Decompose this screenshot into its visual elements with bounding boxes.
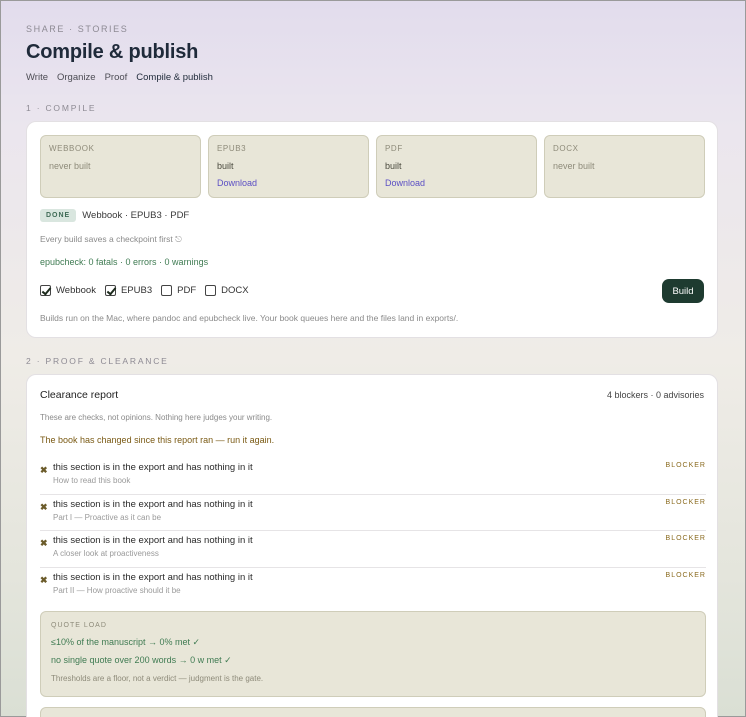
docx-checkbox[interactable] xyxy=(205,285,217,296)
format-status: never built xyxy=(553,161,595,171)
pdf-checkbox[interactable] xyxy=(161,285,173,296)
option-pdf[interactable]: PDF xyxy=(161,285,196,296)
report-title: Clearance report xyxy=(40,389,119,401)
compile-card: WEBBOOK never built EPUB3 built Download… xyxy=(26,121,718,338)
format-status: never built xyxy=(49,161,91,171)
epubcheck-result: epubcheck: 0 fatals · 0 errors · 0 warni… xyxy=(40,257,209,267)
issue-text: this section is in the export and has no… xyxy=(53,498,253,510)
issue-text: this section is in the export and has no… xyxy=(53,535,253,546)
format-status: built xyxy=(217,161,234,171)
option-label: EPUB3 xyxy=(120,285,153,296)
issue-row[interactable]: ✖ this section is in the export and has … xyxy=(40,531,706,568)
format-name: EPUB3 xyxy=(217,144,247,153)
report-subtitle: These are checks, not opinions. Nothing … xyxy=(40,413,273,422)
build-button[interactable]: Build xyxy=(662,279,704,303)
breadcrumb-kicker: SHARE · STORIES xyxy=(26,24,129,34)
nav-proof[interactable]: Proof xyxy=(105,72,128,83)
download-pdf-link[interactable]: Download xyxy=(385,178,528,188)
epub3-checkbox[interactable] xyxy=(104,285,116,296)
section-label-proof: 2 · PROOF & CLEARANCE xyxy=(26,356,169,366)
issue-row[interactable]: ✖ this section is in the export and has … xyxy=(40,568,706,605)
webbook-checkbox[interactable] xyxy=(40,285,51,296)
option-docx[interactable]: DOCX xyxy=(205,285,249,296)
issue-section: Part I — Proactive as it can be xyxy=(53,512,162,522)
format-name: PDF xyxy=(385,144,403,153)
format-status: built xyxy=(385,161,402,171)
page-title: Compile & publish xyxy=(26,41,199,63)
issue-row[interactable]: ✖ this section is in the export and has … xyxy=(40,495,706,531)
build-status: DONE Webbook · EPUB3 · PDF xyxy=(40,209,189,222)
quote-load-note: Thresholds are a floor, not a verdict — … xyxy=(51,674,264,683)
issue-text: this section is in the export and has no… xyxy=(53,571,253,583)
format-tiles: WEBBOOK never built EPUB3 built Download… xyxy=(40,135,705,198)
quote-load-manuscript: ≤10% of the manuscript → 0% met ✓ xyxy=(51,637,201,647)
nav-compile-publish[interactable]: Compile & publish xyxy=(136,72,213,83)
quote-load-panel: QUOTE LOAD ≤10% of the manuscript → 0% m… xyxy=(40,611,706,697)
next-panel xyxy=(40,707,706,717)
status-text: Webbook · EPUB3 · PDF xyxy=(82,210,190,221)
format-tile-docx: DOCX never built xyxy=(544,135,705,198)
top-nav: Write Organize Proof Compile & publish xyxy=(26,72,213,83)
issue-tag: BLOCKER xyxy=(665,535,706,542)
issue-tag: BLOCKER xyxy=(665,462,706,469)
format-tile-webbook: WEBBOOK never built xyxy=(40,135,201,198)
issue-row[interactable]: ✖ this section is in the export and has … xyxy=(40,458,706,495)
option-webbook[interactable]: Webbook xyxy=(40,285,96,296)
nav-write[interactable]: Write xyxy=(26,72,48,83)
download-epub3-link[interactable]: Download xyxy=(217,178,360,188)
issue-section: A closer look at proactiveness xyxy=(53,549,159,558)
build-footnote: Builds run on the Mac, where pandoc and … xyxy=(40,313,459,323)
blocker-x-icon: ✖ xyxy=(40,501,48,512)
blocker-x-icon: ✖ xyxy=(40,538,48,548)
format-options: Webbook EPUB3 PDF DOCX xyxy=(40,285,258,296)
option-epub3[interactable]: EPUB3 xyxy=(104,285,153,296)
format-name: DOCX xyxy=(553,144,579,153)
nav-organize[interactable]: Organize xyxy=(57,72,96,83)
report-counts: 4 blockers · 0 advisories xyxy=(606,390,704,400)
quote-load-heading: QUOTE LOAD xyxy=(51,622,107,629)
option-label: DOCX xyxy=(221,285,249,296)
format-name: WEBBOOK xyxy=(49,144,95,153)
issue-tag: BLOCKER xyxy=(665,571,706,579)
status-badge: DONE xyxy=(40,209,77,222)
format-tile-epub3: EPUB3 built Download xyxy=(208,135,369,198)
quote-load-single: no single quote over 200 words → 0 w met… xyxy=(51,655,232,665)
stale-report-warning: The book has changed since this report r… xyxy=(40,435,275,445)
format-tile-pdf: PDF built Download xyxy=(376,135,537,198)
blocker-x-icon: ✖ xyxy=(40,465,48,475)
option-label: Webbook xyxy=(56,285,96,296)
issue-text: this section is in the export and has no… xyxy=(53,462,253,473)
checkpoint-note: Every build saves a checkpoint first ⎋ xyxy=(40,234,182,244)
section-label-compile: 1 · COMPILE xyxy=(26,103,97,113)
option-label: PDF xyxy=(177,285,197,296)
issue-section: How to read this book xyxy=(53,476,131,485)
issue-section: Part II — How proactive should it be xyxy=(53,585,181,595)
blocker-x-icon: ✖ xyxy=(40,574,48,585)
clearance-card: Clearance report 4 blockers · 0 advisori… xyxy=(26,374,718,717)
issue-list: ✖ this section is in the export and has … xyxy=(40,458,706,604)
issue-tag: BLOCKER xyxy=(665,498,706,506)
